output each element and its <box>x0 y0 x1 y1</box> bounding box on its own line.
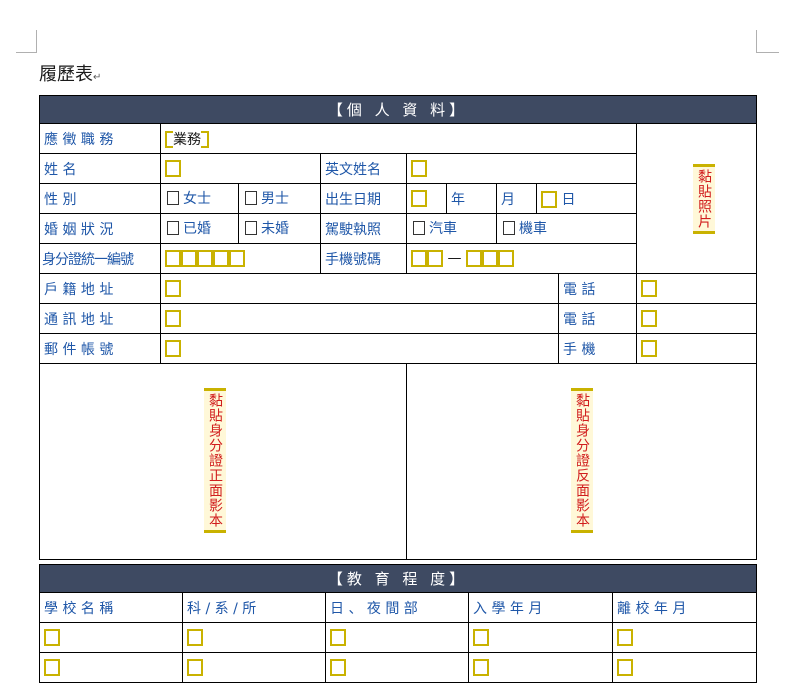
edu-cell[interactable] <box>468 652 613 683</box>
edu-header-department: 科 / 系 / 所 <box>182 592 326 623</box>
edu-cell[interactable] <box>39 622 183 653</box>
crop-mark-top-right <box>756 30 779 53</box>
birth-day-field[interactable]: 日 <box>536 183 637 214</box>
registered-address-field[interactable] <box>160 273 559 304</box>
label-email: 郵 件 帳 號 <box>39 333 161 364</box>
checkbox-icon[interactable] <box>245 221 257 235</box>
edu-cell[interactable] <box>468 622 613 653</box>
label-birth: 出生日期 <box>320 183 407 214</box>
edu-cell[interactable] <box>611 622 758 653</box>
label-phone-2: 電 話 <box>558 303 637 334</box>
edu-cell[interactable] <box>39 652 183 683</box>
birth-year-field[interactable] <box>406 183 447 214</box>
section-header-personal: 【個 人 資 料】 <box>38 95 758 124</box>
crop-mark-top-left <box>16 30 37 53</box>
edu-header-leave: 離 校 年 月 <box>611 592 758 623</box>
label-marital: 婚 姻 狀 況 <box>39 213 161 244</box>
label-mailing-address: 通 訊 地 址 <box>39 303 161 334</box>
label-phone-1: 電 話 <box>558 273 637 304</box>
id-front-placeholder: 黏貼身分證正面影本 <box>204 388 226 533</box>
email-field[interactable] <box>160 333 559 364</box>
edu-header-enroll: 入 學 年 月 <box>468 592 613 623</box>
id-front-cell[interactable]: 黏貼身分證正面影本 <box>39 363 407 560</box>
label-registered-address: 戶 籍 地 址 <box>39 273 161 304</box>
label-name: 姓 名 <box>39 153 161 184</box>
edu-cell[interactable] <box>182 622 326 653</box>
edu-header-day-night: 日 、 夜 間 部 <box>325 592 469 623</box>
male-option[interactable]: 男士 <box>238 183 321 214</box>
name-field[interactable] <box>160 153 321 184</box>
edu-cell[interactable] <box>611 652 758 683</box>
female-option[interactable]: 女士 <box>160 183 239 214</box>
label-mobile: 手機號碼 <box>320 243 407 274</box>
education-table: 【教 育 程 度】 學 校 名 稱 科 / 系 / 所 日 、 夜 間 部 入 … <box>38 564 758 683</box>
edu-cell[interactable] <box>182 652 326 683</box>
label-english-name: 英文姓名 <box>320 153 407 184</box>
document-title: 履歷表↵ <box>39 64 102 85</box>
checkbox-icon[interactable] <box>503 221 515 235</box>
birth-year-label: 年 <box>446 183 497 214</box>
edu-cell[interactable] <box>325 652 469 683</box>
personal-info-table: 【個 人 資 料】 應 徵 職 務 業務 黏貼照片 姓 名 英文姓名 性 別 女… <box>38 95 758 560</box>
id-number-field[interactable] <box>160 243 321 274</box>
job-field[interactable]: 業務 <box>160 123 637 154</box>
photo-placeholder: 黏貼照片 <box>693 164 715 234</box>
car-option[interactable]: 汽車 <box>406 213 497 244</box>
phone-1-field[interactable] <box>635 273 758 304</box>
section-header-education: 【教 育 程 度】 <box>38 564 758 593</box>
label-gender: 性 別 <box>39 183 161 214</box>
cell-field[interactable] <box>635 333 758 364</box>
label-license: 駕駛執照 <box>320 213 407 244</box>
english-name-field[interactable] <box>406 153 637 184</box>
single-option[interactable]: 未婚 <box>238 213 321 244</box>
mobile-field[interactable]: — <box>406 243 637 274</box>
mailing-address-field[interactable] <box>160 303 559 334</box>
phone-2-field[interactable] <box>635 303 758 334</box>
checkbox-icon[interactable] <box>245 191 257 205</box>
label-job: 應 徵 職 務 <box>39 123 161 154</box>
photo-cell[interactable]: 黏貼照片 <box>635 123 758 274</box>
id-back-placeholder: 黏貼身分證反面影本 <box>571 388 593 533</box>
edu-header-school: 學 校 名 稱 <box>39 592 183 623</box>
id-back-cell[interactable]: 黏貼身分證反面影本 <box>405 363 758 560</box>
checkbox-icon[interactable] <box>167 221 179 235</box>
checkbox-icon[interactable] <box>413 221 425 235</box>
label-cell: 手 機 <box>558 333 637 364</box>
birth-month-field[interactable]: 月 <box>496 183 537 214</box>
checkbox-icon[interactable] <box>167 191 179 205</box>
married-option[interactable]: 已婚 <box>160 213 239 244</box>
label-id-number: 身分證統一編號 <box>39 243 161 274</box>
moto-option[interactable]: 機車 <box>496 213 637 244</box>
edu-cell[interactable] <box>325 622 469 653</box>
